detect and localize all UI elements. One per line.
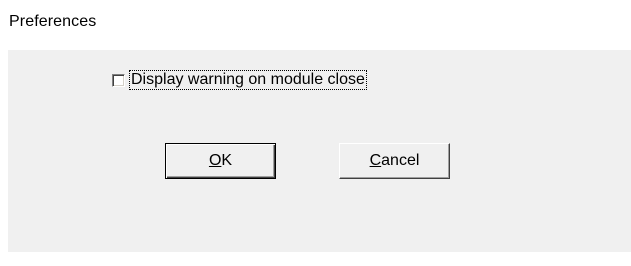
cancel-button-label-rest: ancel (381, 152, 420, 169)
ok-button[interactable]: OK (165, 143, 276, 179)
cancel-button-mnemonic: C (369, 152, 382, 169)
dialog-title: Preferences (9, 13, 97, 30)
warn-on-close-option[interactable]: Display warning on module close (112, 68, 367, 92)
preferences-dialog: Preferences Display warning on module cl… (0, 0, 631, 266)
warn-on-close-label[interactable]: Display warning on module close (129, 70, 367, 90)
cancel-button[interactable]: Cancel (339, 143, 450, 179)
ok-button-label: OK (209, 152, 232, 170)
warn-on-close-checkbox[interactable] (112, 73, 125, 87)
cancel-button-label: Cancel (370, 152, 420, 170)
ok-button-label-rest: K (221, 152, 233, 169)
ok-button-mnemonic: O (208, 152, 222, 169)
